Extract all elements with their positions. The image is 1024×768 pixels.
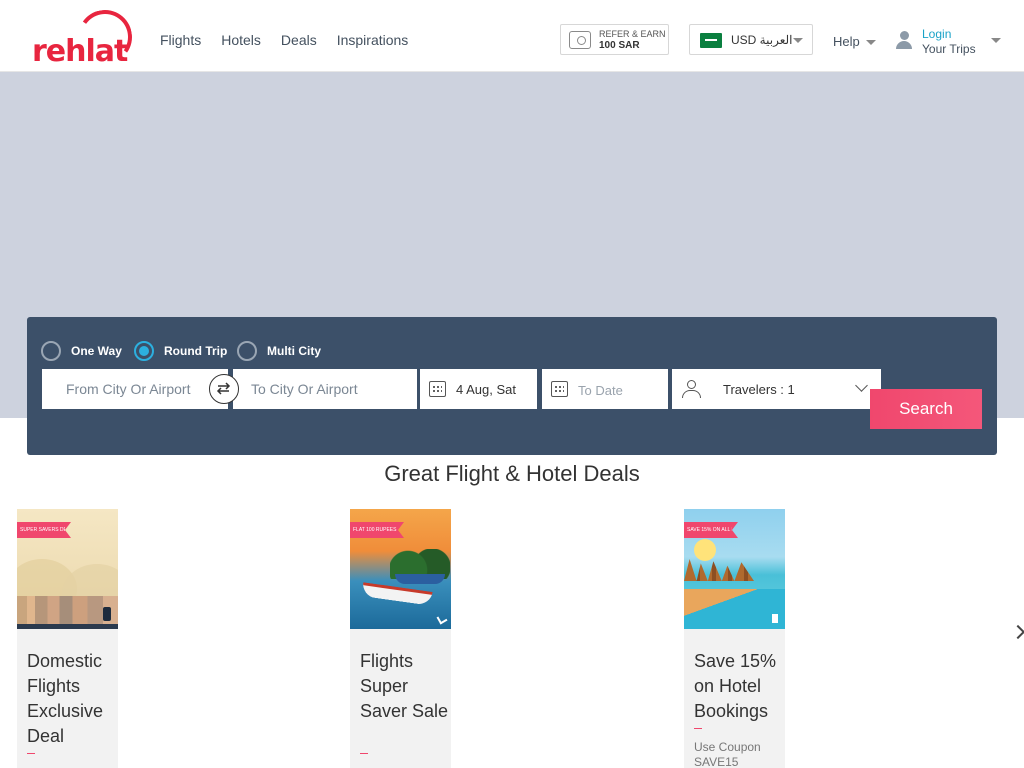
your-trips-link[interactable]: Your Trips	[922, 42, 976, 56]
refer-amount: 100 SAR	[599, 40, 640, 51]
chevron-down-icon	[855, 379, 868, 392]
to-field[interactable]	[233, 369, 417, 409]
to-input[interactable]	[233, 369, 417, 409]
help-label: Help	[833, 34, 860, 49]
deal-image: SUPER SAVERS DEALS	[17, 509, 118, 629]
nav-flights[interactable]: Flights	[160, 32, 201, 48]
deal-image: FLAT 100 RUPEES ON FLIGHTS	[350, 509, 451, 629]
return-date-field[interactable]: To Date	[542, 369, 668, 409]
chevron-down-icon	[866, 40, 876, 45]
gift-card-icon	[569, 31, 591, 49]
carousel-next-icon[interactable]	[1010, 624, 1024, 640]
search-button[interactable]: Search	[870, 389, 982, 429]
deal-card-hotel[interactable]: SAVE 15% ON ALL HOTELS Save 15% on Hotel…	[684, 509, 785, 768]
deal-tag: SAVE 15% ON ALL HOTELS	[684, 522, 738, 538]
swap-button[interactable]	[209, 374, 239, 404]
deal-image: SAVE 15% ON ALL HOTELS	[684, 509, 785, 629]
from-field[interactable]	[42, 369, 228, 409]
depart-date-value: 4 Aug, Sat	[456, 382, 516, 397]
currency-language-selector[interactable]: USD العربية	[689, 24, 813, 55]
return-date-placeholder: To Date	[578, 383, 623, 398]
deal-divider	[360, 753, 368, 754]
top-header: rehlat Flights Hotels Deals Inspirations…	[0, 0, 1024, 72]
deal-title: Flights Super Saver Sale	[360, 651, 449, 721]
deal-tag: SUPER SAVERS DEALS	[17, 522, 71, 538]
nav-hotels[interactable]: Hotels	[221, 32, 261, 48]
trip-type-label: Round Trip	[164, 344, 228, 358]
swap-arrows-icon	[216, 382, 231, 395]
trip-type-multi-city[interactable]: Multi City	[237, 341, 321, 361]
trip-type-round-trip[interactable]: Round Trip	[134, 341, 227, 361]
deal-card-super-saver[interactable]: FLAT 100 RUPEES ON FLIGHTS Flights Super…	[350, 509, 451, 768]
nav-deals[interactable]: Deals	[281, 32, 317, 48]
deal-tag: FLAT 100 RUPEES ON FLIGHTS	[350, 522, 404, 538]
help-menu[interactable]: Help	[833, 34, 876, 49]
user-icon	[896, 31, 912, 49]
flight-search-panel: One Way Round Trip Multi City From City …	[27, 317, 997, 455]
chevron-down-icon	[793, 38, 803, 43]
trip-type-label: One Way	[71, 344, 122, 358]
from-input[interactable]	[42, 369, 228, 409]
deal-card-domestic[interactable]: SUPER SAVERS DEALS Domestic Flights Excl…	[17, 509, 118, 768]
travelers-icon	[682, 380, 702, 398]
chevron-down-icon[interactable]	[991, 38, 1001, 43]
deal-title: Domestic Flights Exclusive Deal	[27, 651, 104, 746]
refer-earn-button[interactable]: REFER & EARN 100 SAR	[560, 24, 669, 55]
calendar-icon	[429, 381, 446, 397]
saudi-flag-icon	[700, 33, 722, 48]
radio-button-selected[interactable]	[134, 341, 154, 361]
deals-heading: Great Flight & Hotel Deals	[384, 461, 640, 486]
login-link[interactable]: Login	[922, 27, 951, 41]
radio-button[interactable]	[237, 341, 257, 361]
deal-divider	[27, 753, 35, 754]
page: rehlat Flights Hotels Deals Inspirations…	[0, 0, 1024, 768]
currency-label: USD العربية	[731, 33, 793, 47]
deal-subtitle: Use Coupon SAVE15	[694, 740, 761, 768]
calendar-icon	[551, 381, 568, 397]
trip-type-label: Multi City	[267, 344, 321, 358]
deal-title: Save 15% on Hotel Bookings	[694, 651, 777, 721]
rehlat-logo[interactable]: rehlat	[30, 5, 137, 69]
radio-button[interactable]	[41, 341, 61, 361]
refer-title: REFER & EARN	[599, 29, 666, 39]
travelers-dropdown[interactable]: Travelers : 1	[672, 369, 881, 409]
nav-inspirations[interactable]: Inspirations	[337, 32, 409, 48]
trip-type-one-way[interactable]: One Way	[41, 341, 122, 361]
depart-date-field[interactable]: 4 Aug, Sat	[420, 369, 537, 409]
deal-divider	[694, 728, 702, 729]
travelers-value: Travelers : 1	[723, 382, 795, 397]
hero-banner: One Way Round Trip Multi City From City …	[0, 72, 1024, 455]
main-nav: Flights Hotels Deals Inspirations	[160, 32, 408, 48]
logo-text: rehlat	[32, 34, 128, 69]
